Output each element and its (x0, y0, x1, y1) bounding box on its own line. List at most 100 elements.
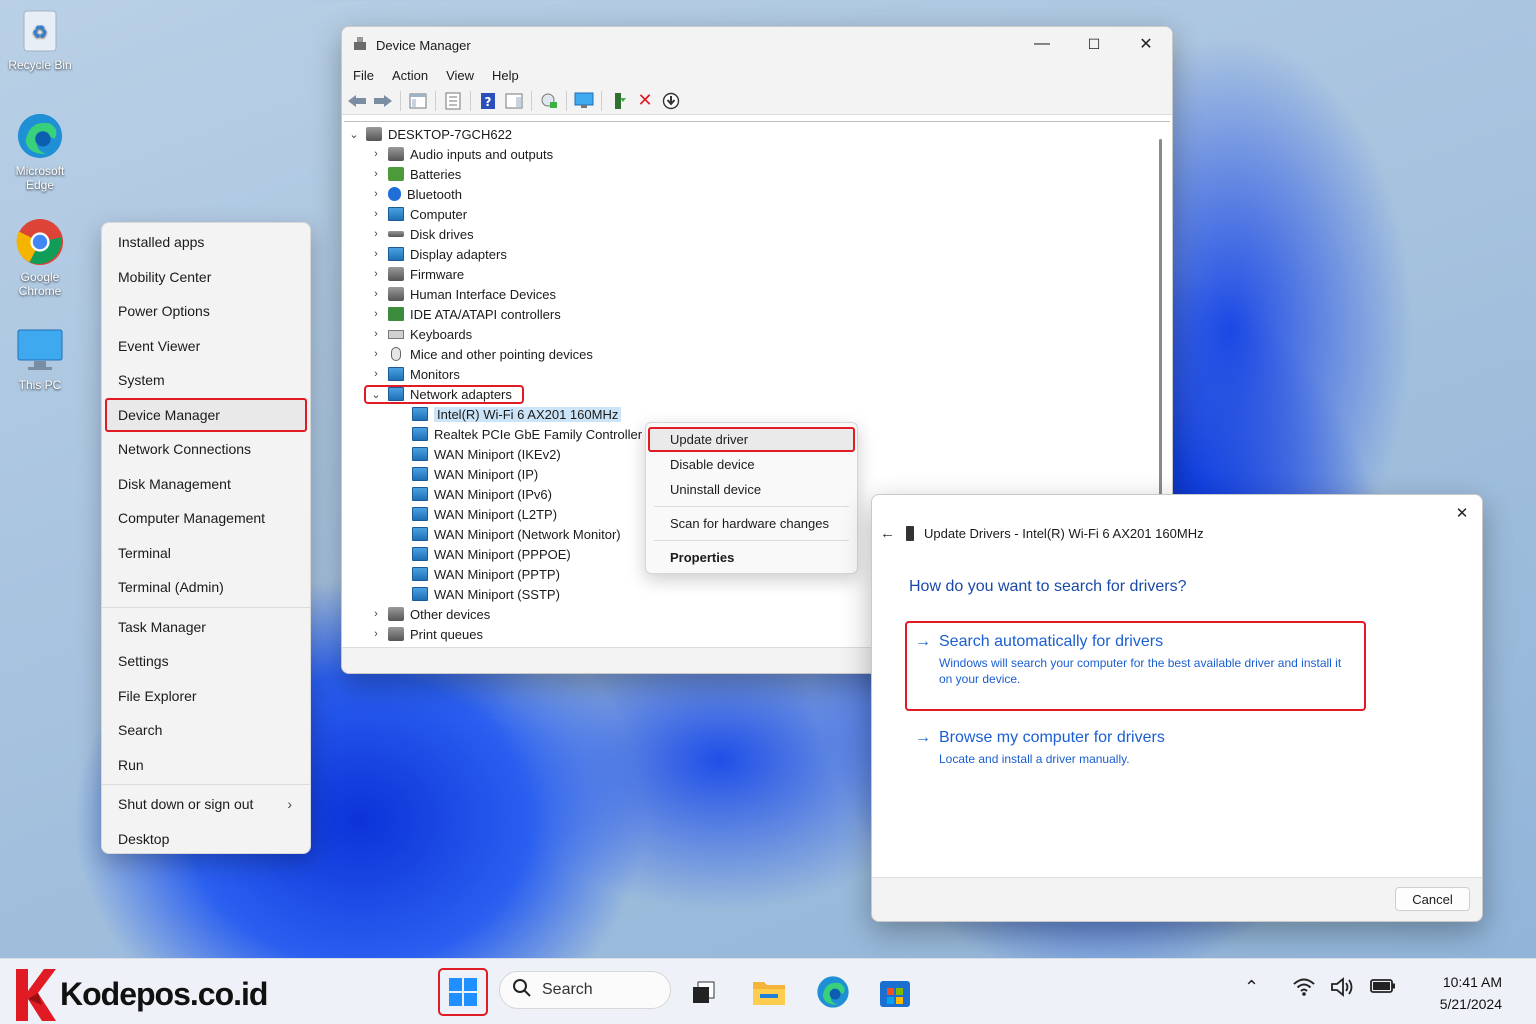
battery-icon[interactable] (1369, 977, 1397, 1000)
start-button[interactable] (438, 968, 488, 1016)
store-button[interactable] (871, 969, 919, 1015)
winx-terminal[interactable]: Terminal (102, 536, 310, 571)
ctx-disable-device[interactable]: Disable device (646, 452, 857, 477)
winx-task-manager[interactable]: Task Manager (102, 610, 310, 645)
chevron-right-icon[interactable]: › (366, 348, 386, 360)
scan-hardware-icon[interactable] (538, 90, 560, 112)
menu-file[interactable]: File (344, 68, 383, 83)
close-icon[interactable]: ✕ (1450, 501, 1474, 525)
close-button[interactable]: ✕ (1120, 27, 1172, 61)
winx-run[interactable]: Run (102, 748, 310, 783)
desktop-icon-recycle-bin[interactable]: ♻ Recycle Bin (0, 6, 80, 72)
taskbar-search-box[interactable]: Search (499, 971, 671, 1009)
tree-category[interactable]: › IDE ATA/ATAPI controllers (344, 304, 1170, 324)
winx-power-options[interactable]: Power Options (102, 294, 310, 329)
winx-device-manager[interactable]: Device Manager (105, 397, 307, 432)
winx-system[interactable]: System (102, 363, 310, 398)
uninstall-x-icon[interactable]: ✕ (634, 90, 656, 112)
ctx-update-driver[interactable]: Update driver (648, 427, 855, 452)
menu-view[interactable]: View (437, 68, 483, 83)
add-driver-icon[interactable] (608, 90, 630, 112)
ctx-uninstall-device[interactable]: Uninstall device (646, 477, 857, 502)
back-arrow-icon[interactable]: ← (880, 525, 900, 542)
tree-device-label: WAN Miniport (IKEv2) (434, 446, 561, 462)
search-automatically-option[interactable]: → Search automatically for drivers Windo… (905, 621, 1366, 711)
file-explorer-button[interactable] (745, 969, 793, 1015)
chevron-right-icon[interactable]: › (366, 628, 386, 640)
tree-category[interactable]: › Monitors (344, 364, 1170, 384)
chevron-up-icon[interactable]: ⌃ (1244, 977, 1259, 998)
chevron-down-icon[interactable]: ⌄ (344, 128, 364, 141)
volume-icon[interactable] (1330, 977, 1356, 1002)
chevron-right-icon[interactable]: › (366, 268, 386, 280)
edge-taskbar-button[interactable] (809, 969, 857, 1015)
chevron-right-icon[interactable]: › (366, 608, 386, 620)
winx-file-explorer[interactable]: File Explorer (102, 679, 310, 714)
tree-category[interactable]: › Mice and other pointing devices (344, 344, 1170, 364)
help-icon[interactable]: ? (477, 90, 499, 112)
tree-category[interactable]: › Keyboards (344, 324, 1170, 344)
back-arrow-icon[interactable] (346, 90, 368, 112)
option-title: Search automatically for drivers (939, 633, 1164, 650)
taskbar-clock[interactable]: 10:41 AM 5/21/2024 (1420, 971, 1502, 1015)
tree-category[interactable]: › Firmware (344, 264, 1170, 284)
tree-scrollbar[interactable] (1159, 139, 1162, 499)
winx-search[interactable]: Search (102, 713, 310, 748)
maximize-button[interactable]: ☐ (1068, 27, 1120, 61)
chevron-right-icon[interactable]: › (366, 368, 386, 380)
winx-network-connections[interactable]: Network Connections (102, 432, 310, 467)
winx-shutdown[interactable]: Shut down or sign out › (102, 787, 310, 822)
desktop-icon-edge[interactable]: Microsoft Edge (0, 112, 80, 192)
winx-computer-management[interactable]: Computer Management (102, 501, 310, 536)
tree-category[interactable]: › Display adapters (344, 244, 1170, 264)
winx-desktop[interactable]: Desktop (102, 822, 310, 857)
chevron-right-icon[interactable]: › (366, 328, 386, 340)
monitor-icon[interactable] (573, 90, 595, 112)
menu-action[interactable]: Action (383, 68, 437, 83)
ctx-scan-hardware[interactable]: Scan for hardware changes (646, 511, 857, 536)
wifi-icon[interactable] (1292, 977, 1316, 1002)
winx-settings[interactable]: Settings (102, 644, 310, 679)
tree-device-selected[interactable]: Intel(R) Wi-Fi 6 AX201 160MHz (344, 404, 1170, 424)
browse-computer-option[interactable]: → Browse my computer for drivers Locate … (907, 719, 1364, 777)
ctx-properties[interactable]: Properties (646, 545, 857, 570)
menu-help[interactable]: Help (483, 68, 528, 83)
minimize-button[interactable]: — (1016, 27, 1068, 61)
chevron-right-icon[interactable]: › (366, 168, 386, 180)
tree-category[interactable]: › Disk drives (344, 224, 1170, 244)
desktop-icon-chrome[interactable]: Google Chrome (0, 218, 80, 298)
winx-disk-management[interactable]: Disk Management (102, 467, 310, 502)
chevron-right-icon[interactable]: › (366, 288, 386, 300)
chevron-right-icon[interactable]: › (366, 208, 386, 220)
chevron-right-icon[interactable]: › (366, 188, 386, 200)
action-pane-icon[interactable] (503, 90, 525, 112)
chevron-right-icon[interactable]: › (366, 148, 386, 160)
winx-event-viewer[interactable]: Event Viewer (102, 329, 310, 364)
chevron-right-icon[interactable]: › (366, 248, 386, 260)
chevron-right-icon[interactable]: › (366, 228, 386, 240)
chevron-right-icon[interactable]: › (366, 308, 386, 320)
winx-terminal-admin[interactable]: Terminal (Admin) (102, 570, 310, 605)
show-hide-console-tree-icon[interactable] (407, 90, 429, 112)
taskbar: Kodepos.co.id Search ⌃ 10:41 AM 5/21/202… (0, 958, 1536, 1024)
firmware-icon (388, 267, 404, 281)
properties-sheet-icon[interactable] (442, 90, 464, 112)
download-arrow-icon[interactable] (660, 90, 682, 112)
cancel-button[interactable]: Cancel (1395, 887, 1470, 911)
chevron-down-icon[interactable]: ⌄ (366, 388, 386, 401)
tree-category[interactable]: › Batteries (344, 164, 1170, 184)
tree-root[interactable]: ⌄ DESKTOP-7GCH622 (344, 124, 1170, 144)
tree-category-network-adapters[interactable]: ⌄ Network adapters (344, 384, 1170, 404)
tree-category[interactable]: › Computer (344, 204, 1170, 224)
winx-mobility-center[interactable]: Mobility Center (102, 260, 310, 295)
forward-arrow-icon[interactable] (372, 90, 394, 112)
toolbar-separator (400, 90, 401, 111)
tree-category[interactable]: › Bluetooth (344, 184, 1170, 204)
desktop-icon-this-pc[interactable]: This PC (0, 326, 80, 392)
tree-category[interactable]: › Human Interface Devices (344, 284, 1170, 304)
task-view-button[interactable] (680, 969, 728, 1015)
tree-category[interactable]: › Audio inputs and outputs (344, 144, 1170, 164)
winx-installed-apps[interactable]: Installed apps (102, 225, 310, 260)
search-icon (512, 978, 532, 1003)
network-adapter-icon (412, 567, 428, 581)
